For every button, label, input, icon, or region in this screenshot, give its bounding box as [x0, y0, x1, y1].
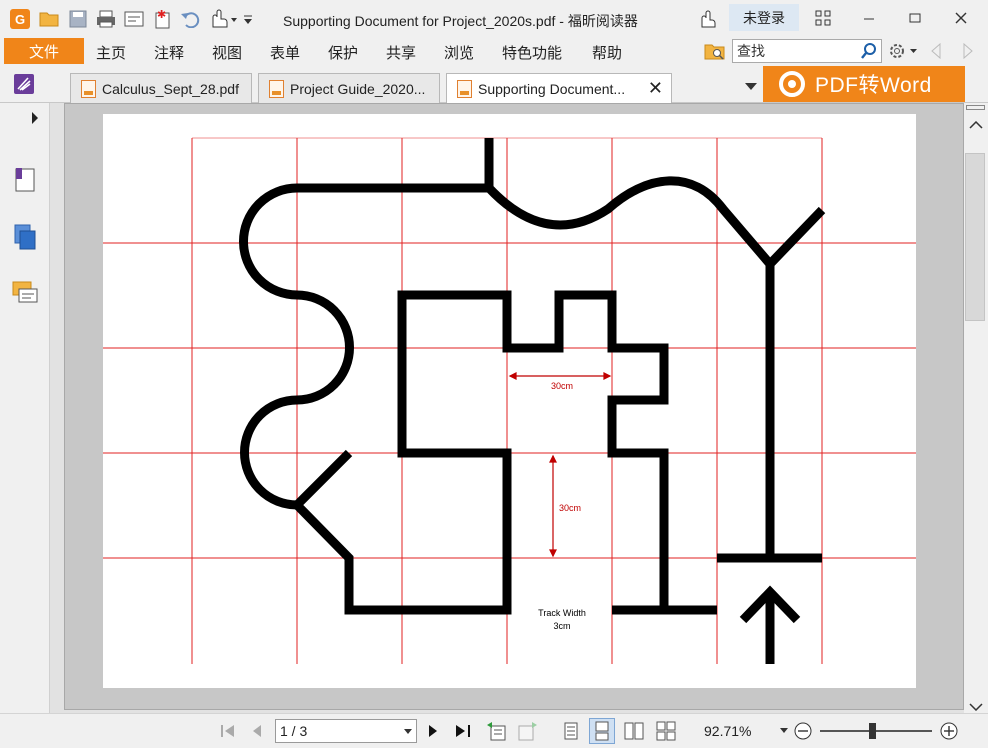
pdf-file-icon: [457, 79, 472, 98]
scroll-down-icon[interactable]: [969, 699, 983, 714]
pdf-file-icon: [81, 79, 96, 98]
search-previous-icon[interactable]: [928, 40, 944, 62]
previous-page-icon[interactable]: [248, 721, 266, 741]
svg-text:✱: ✱: [157, 9, 166, 21]
page-indicator: 1 / 3: [280, 723, 308, 739]
pdf-to-word-banner[interactable]: PDF转Word: [763, 66, 965, 102]
settings-gear-icon[interactable]: [886, 40, 920, 62]
pdf-to-word-logo-icon: [779, 71, 805, 97]
track-lines: [239, 138, 826, 615]
tab-project-guide[interactable]: Project Guide_2020...: [258, 73, 440, 103]
track-diagram: 30cm 30cm Track Width 3cm: [103, 137, 916, 664]
zoom-dropdown-icon[interactable]: [778, 721, 790, 741]
start-arrow: [739, 585, 801, 664]
customize-toolbar-icon[interactable]: [240, 8, 256, 30]
menu-file[interactable]: 文件: [4, 38, 84, 64]
expand-panel-icon[interactable]: [30, 111, 44, 127]
login-button[interactable]: 未登录: [729, 4, 799, 31]
foxit-sign-icon[interactable]: [12, 73, 36, 95]
touch-mode-icon[interactable]: [694, 8, 718, 30]
page-thumbnails-icon[interactable]: [12, 223, 38, 251]
bookmarks-icon[interactable]: [12, 165, 38, 193]
comments-panel-icon[interactable]: [12, 279, 38, 307]
continuous-facing-view-icon[interactable]: [654, 721, 678, 741]
zoom-slider-handle[interactable]: [869, 723, 876, 739]
previous-view-icon[interactable]: [484, 721, 508, 741]
chevron-down-icon: [404, 729, 412, 734]
maximize-button[interactable]: [902, 6, 928, 30]
menu-view[interactable]: 视图: [212, 42, 242, 63]
track-width-label: Track Width: [538, 608, 586, 618]
last-page-icon[interactable]: [452, 721, 474, 741]
tab-calculus[interactable]: Calculus_Sept_28.pdf: [70, 73, 252, 103]
zoom-in-icon[interactable]: [938, 721, 960, 741]
menu-protect[interactable]: 保护: [328, 42, 358, 63]
undo-icon[interactable]: [178, 8, 202, 30]
search-field: [732, 39, 882, 63]
single-page-view-icon[interactable]: [560, 721, 582, 741]
vertical-dimension-label: 30cm: [559, 503, 581, 513]
tab-supporting-document[interactable]: Supporting Document... ✕: [446, 73, 672, 103]
scrollbar-thumb[interactable]: [965, 153, 985, 321]
tab-list-dropdown-icon[interactable]: [742, 76, 760, 98]
close-window-button[interactable]: [948, 6, 974, 30]
scroll-top-line: [966, 105, 985, 110]
svg-text:G: G: [15, 12, 25, 27]
continuous-view-icon[interactable]: [589, 718, 615, 744]
vertical-scrollbar[interactable]: [964, 103, 988, 713]
dimension-markers: [508, 372, 612, 558]
tab-label: Supporting Document...: [478, 80, 626, 97]
zoom-level[interactable]: 92.71%: [704, 723, 751, 739]
menu-bar: 文件 主页 注释 视图 表单 保护 共享 浏览 特色功能 帮助: [0, 38, 988, 68]
window-title: Supporting Document for Project_2020s.pd…: [283, 13, 638, 29]
menu-form[interactable]: 表单: [270, 42, 300, 63]
tab-label: Calculus_Sept_28.pdf: [102, 80, 239, 97]
pdf-page: 30cm 30cm Track Width 3cm: [103, 114, 916, 688]
title-bar: G ✱ Supporting Document for Project_2020…: [0, 0, 988, 38]
menu-share[interactable]: 共享: [386, 42, 416, 63]
tab-label: Project Guide_2020...: [290, 80, 426, 97]
foxit-app-icon[interactable]: G: [8, 8, 32, 30]
scan-icon[interactable]: [122, 8, 146, 30]
find-folder-icon[interactable]: [704, 40, 726, 62]
scroll-up-icon[interactable]: [969, 117, 983, 132]
search-input[interactable]: [733, 40, 853, 62]
pdf-file-icon: [269, 79, 284, 98]
print-icon[interactable]: [94, 8, 118, 30]
close-tab-icon[interactable]: ✕: [648, 78, 663, 99]
navigation-panel: [0, 103, 51, 713]
horizontal-dimension-label: 30cm: [551, 381, 573, 391]
menu-home[interactable]: 主页: [96, 42, 126, 63]
menu-help[interactable]: 帮助: [592, 42, 622, 63]
first-page-icon[interactable]: [218, 721, 238, 741]
search-icon[interactable]: [860, 42, 878, 63]
status-bar: 1 / 3 92.71%: [0, 713, 988, 748]
save-icon[interactable]: [66, 8, 90, 30]
menu-browse[interactable]: 浏览: [444, 42, 474, 63]
menu-features[interactable]: 特色功能: [502, 42, 562, 63]
search-next-icon[interactable]: [960, 40, 976, 62]
zoom-slider-track[interactable]: [820, 730, 932, 732]
track-width-value: 3cm: [553, 621, 570, 631]
minimize-button[interactable]: [856, 6, 882, 30]
menu-comment[interactable]: 注释: [154, 42, 184, 63]
next-page-icon[interactable]: [424, 721, 442, 741]
ribbon-layout-icon[interactable]: [810, 6, 836, 30]
zoom-out-icon[interactable]: [792, 721, 814, 741]
page-number-select[interactable]: 1 / 3: [275, 719, 417, 743]
open-folder-icon[interactable]: [38, 8, 62, 30]
pdf-to-word-label: PDF转Word: [815, 74, 932, 97]
next-view-icon[interactable]: [516, 721, 540, 741]
new-document-icon[interactable]: ✱: [150, 8, 174, 30]
facing-view-icon[interactable]: [622, 721, 646, 741]
hand-tool-icon[interactable]: [206, 8, 242, 30]
